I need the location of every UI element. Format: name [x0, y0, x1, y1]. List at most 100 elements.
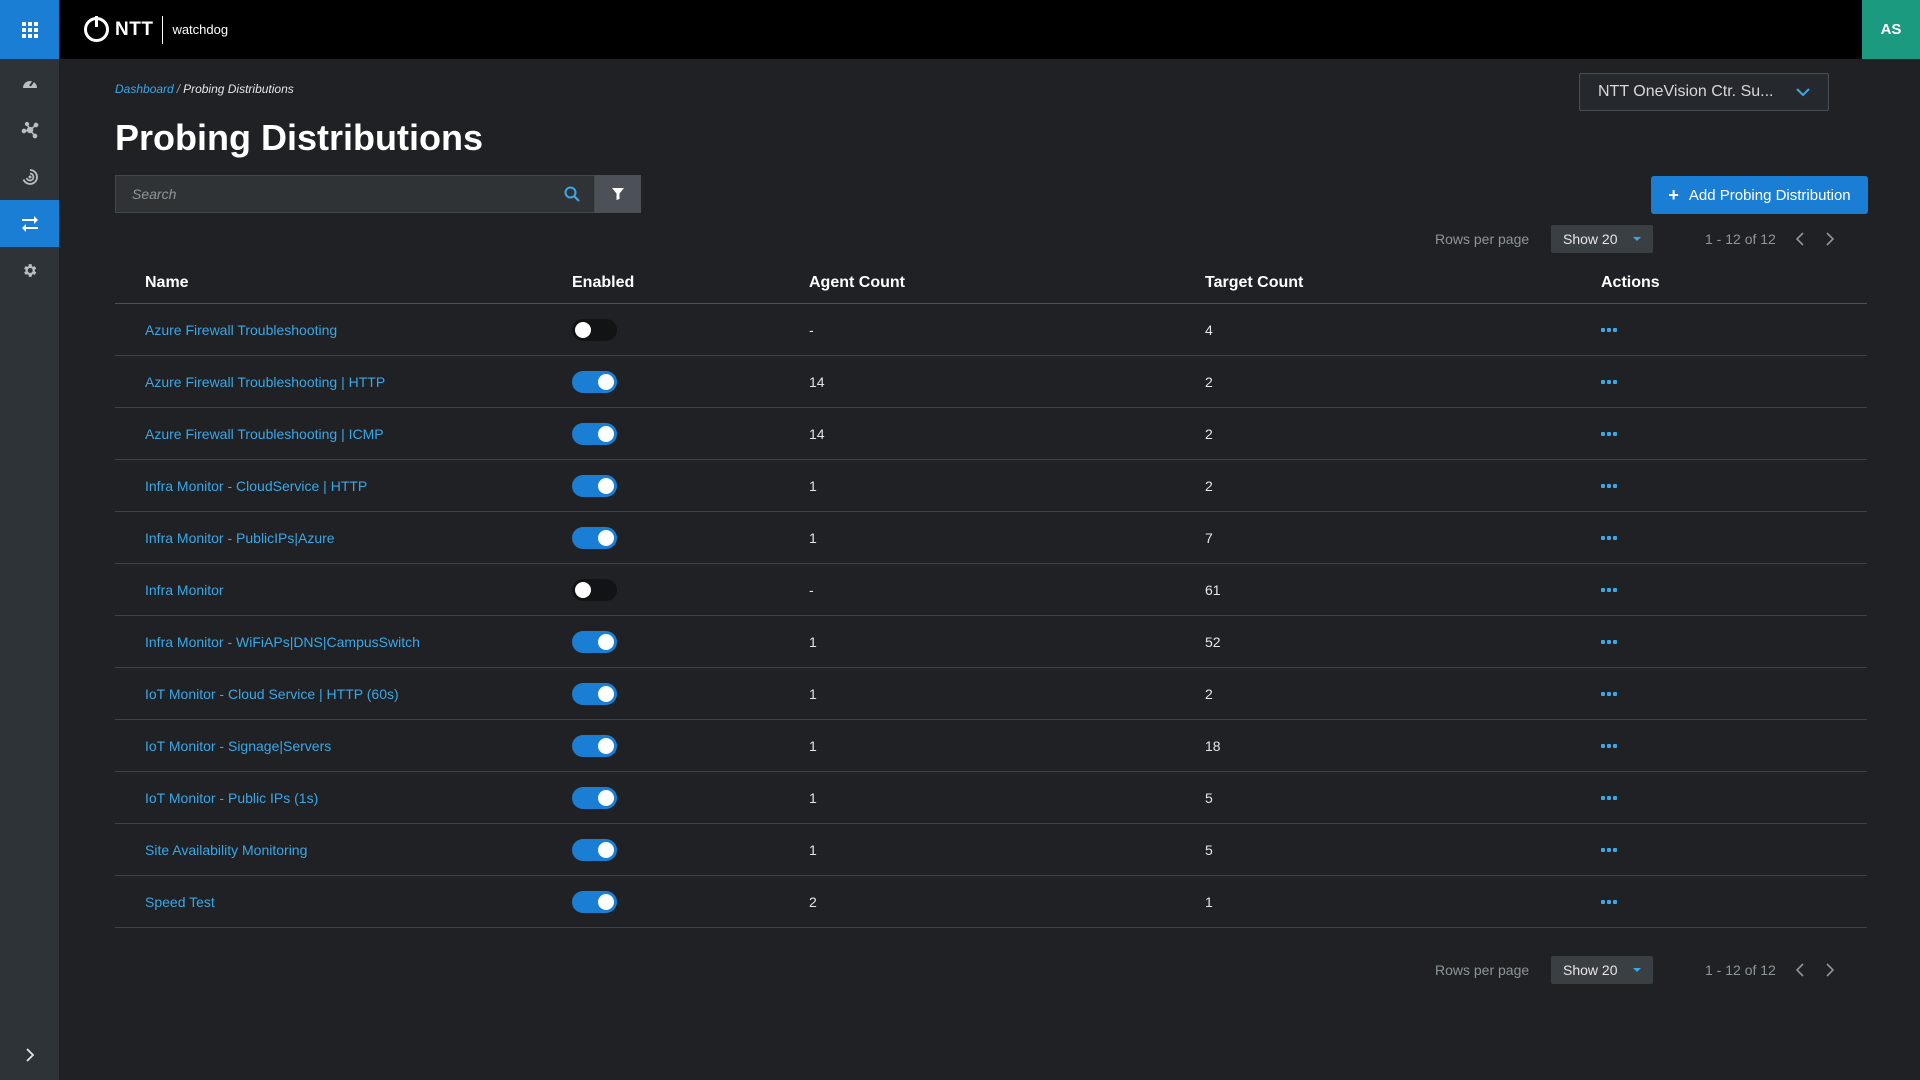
chevron-left-icon — [1796, 963, 1804, 977]
enabled-toggle[interactable] — [572, 838, 617, 861]
distribution-name-link[interactable]: IoT Monitor - Cloud Service | HTTP (60s) — [145, 686, 399, 702]
search-input[interactable] — [132, 186, 564, 202]
pagination-bottom: Rows per page Show 20 1 - 12 of 12 — [1435, 956, 1845, 984]
toggle-knob — [575, 321, 591, 338]
prev-page-button[interactable] — [1785, 232, 1815, 246]
distribution-name-link[interactable]: IoT Monitor - Signage|Servers — [145, 738, 331, 754]
tenant-select[interactable]: NTT OneVision Ctr. Su... — [1579, 73, 1829, 111]
rows-per-page-select[interactable]: Show 20 — [1551, 956, 1653, 984]
plus-icon: + — [1668, 184, 1679, 205]
transfer-arrows-icon — [21, 215, 38, 232]
distribution-name-link[interactable]: Azure Firewall Troubleshooting | ICMP — [145, 426, 384, 442]
filter-button[interactable] — [595, 175, 641, 213]
distribution-name-link[interactable]: Azure Firewall Troubleshooting — [145, 322, 337, 338]
rows-per-page-value: Show 20 — [1563, 962, 1618, 978]
toggle-knob — [575, 581, 591, 598]
enabled-toggle[interactable] — [572, 734, 617, 757]
cell-actions — [1601, 847, 1867, 852]
sidebar-item-dashboard[interactable] — [0, 59, 59, 106]
more-actions-icon[interactable] — [1601, 795, 1621, 800]
user-avatar[interactable]: AS — [1862, 0, 1920, 59]
cell-agent-count: 1 — [809, 789, 817, 806]
add-probing-distribution-button[interactable]: + Add Probing Distribution — [1651, 176, 1868, 214]
grid-icon — [21, 21, 38, 38]
column-header-target-count[interactable]: Target Count — [1205, 274, 1601, 292]
cell-agent-count: 1 — [809, 685, 817, 702]
sidebar-item-network[interactable] — [0, 106, 59, 153]
more-actions-icon[interactable] — [1601, 327, 1621, 332]
enabled-toggle[interactable] — [572, 682, 617, 705]
more-actions-icon[interactable] — [1601, 639, 1621, 644]
rows-per-page-select[interactable]: Show 20 — [1551, 225, 1653, 253]
enabled-toggle[interactable] — [572, 578, 617, 601]
cell-enabled — [572, 890, 809, 913]
cell-name: Infra Monitor — [115, 582, 572, 598]
cell-actions — [1601, 327, 1867, 332]
next-page-button[interactable] — [1815, 232, 1845, 246]
cell-actions — [1601, 639, 1867, 644]
enabled-toggle[interactable] — [572, 890, 617, 913]
top-bar: NTT watchdog AS — [0, 0, 1920, 59]
more-actions-icon[interactable] — [1601, 587, 1621, 592]
column-header-enabled[interactable]: Enabled — [572, 274, 809, 292]
cell-name: Azure Firewall Troubleshooting | HTTP — [115, 374, 572, 390]
cell-enabled — [572, 578, 809, 601]
more-actions-icon[interactable] — [1601, 379, 1621, 384]
distribution-name-link[interactable]: Speed Test — [145, 894, 215, 910]
cell-enabled — [572, 734, 809, 757]
app-launcher-button[interactable] — [0, 0, 59, 59]
more-actions-icon[interactable] — [1601, 483, 1621, 488]
more-actions-icon[interactable] — [1601, 431, 1621, 436]
column-header-agent-count[interactable]: Agent Count — [809, 274, 1205, 292]
column-header-name[interactable]: Name — [115, 274, 572, 292]
page-title: Probing Distributions — [115, 117, 483, 158]
toggle-knob — [598, 373, 614, 390]
enabled-toggle[interactable] — [572, 318, 617, 341]
distribution-name-link[interactable]: Infra Monitor - CloudService | HTTP — [145, 478, 367, 494]
brand-logo[interactable]: NTT watchdog — [84, 15, 229, 44]
cell-actions — [1601, 379, 1867, 384]
cell-actions — [1601, 743, 1867, 748]
enabled-toggle[interactable] — [572, 474, 617, 497]
product-name: watchdog — [172, 22, 229, 37]
cell-agent-count: 1 — [809, 633, 817, 650]
more-actions-icon[interactable] — [1601, 899, 1621, 904]
distribution-name-link[interactable]: Infra Monitor - PublicIPs|Azure — [145, 530, 335, 546]
cell-enabled — [572, 370, 809, 393]
chevron-left-icon — [1796, 232, 1804, 246]
sidebar-item-radar[interactable] — [0, 153, 59, 200]
chevron-right-icon — [1826, 963, 1834, 977]
prev-page-button[interactable] — [1785, 963, 1815, 977]
enabled-toggle[interactable] — [572, 422, 617, 445]
breadcrumb-separator: / — [176, 82, 181, 96]
search-icon[interactable] — [564, 186, 580, 202]
enabled-toggle[interactable] — [572, 526, 617, 549]
distribution-name-link[interactable]: Infra Monitor - WiFiAPs|DNS|CampusSwitch — [145, 634, 420, 650]
cell-name: Infra Monitor - CloudService | HTTP — [115, 478, 572, 494]
next-page-button[interactable] — [1815, 963, 1845, 977]
rows-per-page-label: Rows per page — [1435, 231, 1530, 247]
enabled-toggle[interactable] — [572, 786, 617, 809]
sidebar-expand-button[interactable] — [0, 1040, 59, 1070]
distribution-name-link[interactable]: Site Availability Monitoring — [145, 842, 307, 858]
sidebar-item-settings[interactable] — [0, 247, 59, 294]
distribution-name-link[interactable]: IoT Monitor - Public IPs (1s) — [145, 790, 318, 806]
more-actions-icon[interactable] — [1601, 743, 1621, 748]
toggle-knob — [598, 789, 614, 806]
more-actions-icon[interactable] — [1601, 691, 1621, 696]
more-actions-icon[interactable] — [1601, 847, 1621, 852]
caret-down-icon — [1633, 237, 1641, 241]
sidebar-item-probing-distributions[interactable] — [0, 200, 59, 247]
cell-enabled — [572, 682, 809, 705]
enabled-toggle[interactable] — [572, 630, 617, 653]
cell-agent-count: 1 — [809, 477, 817, 494]
cell-agent-count: 2 — [809, 893, 817, 910]
distribution-name-link[interactable]: Infra Monitor — [145, 582, 224, 598]
search-box — [115, 175, 595, 213]
enabled-toggle[interactable] — [572, 370, 617, 393]
more-actions-icon[interactable] — [1601, 535, 1621, 540]
add-button-label: Add Probing Distribution — [1688, 186, 1851, 204]
cell-name: Infra Monitor - WiFiAPs|DNS|CampusSwitch — [115, 634, 572, 650]
breadcrumb-dashboard-link[interactable]: Dashboard — [115, 82, 174, 96]
distribution-name-link[interactable]: Azure Firewall Troubleshooting | HTTP — [145, 374, 385, 390]
